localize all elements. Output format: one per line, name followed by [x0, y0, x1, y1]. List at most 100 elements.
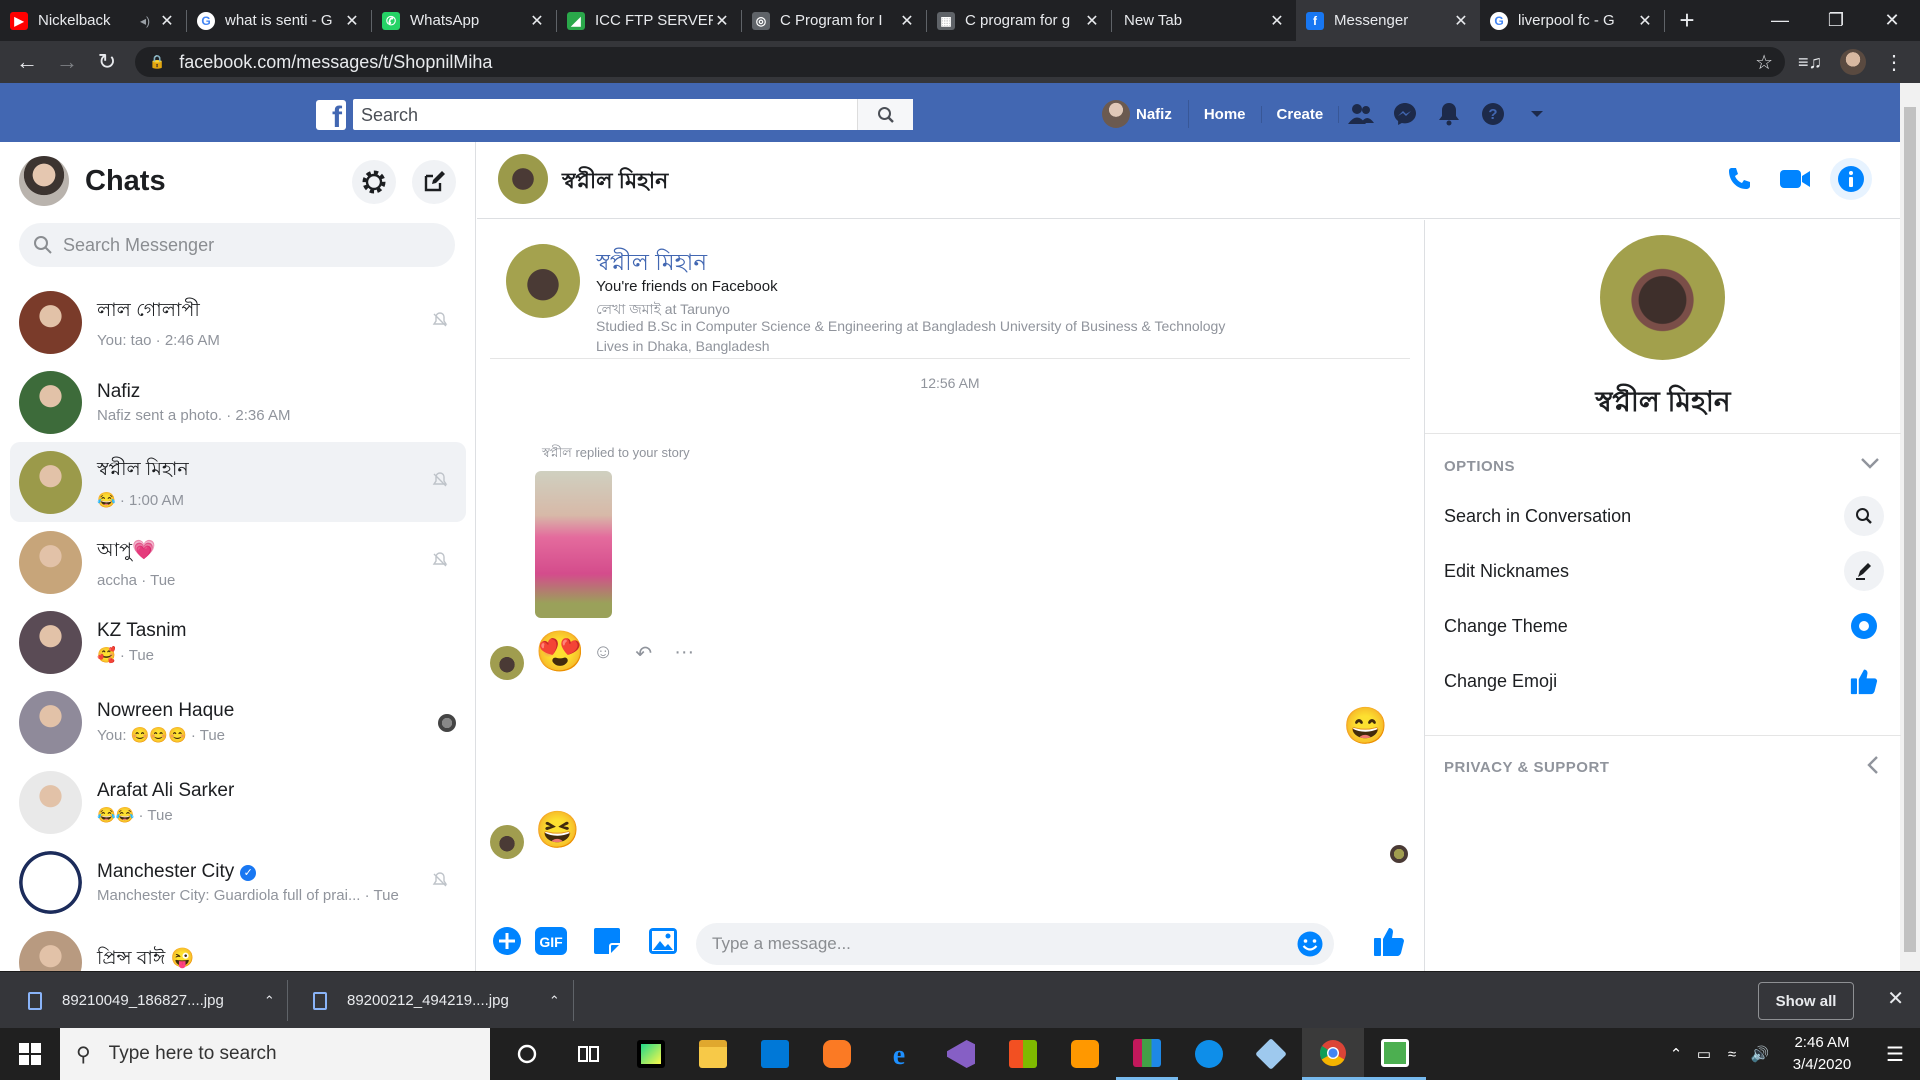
notifications-bell-icon[interactable]: [1427, 102, 1471, 126]
browser-tab[interactable]: Gwhat is senti - G ✕: [187, 0, 371, 41]
download-item[interactable]: 89200212_494219....jpg ⌃: [313, 972, 560, 1029]
pycharm-icon[interactable]: [620, 1028, 682, 1080]
conversation-info-button[interactable]: [1830, 158, 1872, 200]
winrar-icon[interactable]: [1116, 1028, 1178, 1080]
tab-close-icon[interactable]: ✕: [158, 11, 176, 31]
close-window-icon[interactable]: ✕: [1864, 0, 1920, 41]
new-message-button[interactable]: [412, 160, 456, 204]
conversation-title[interactable]: স্বপ্নীল মিহান: [562, 164, 668, 201]
avatar[interactable]: [506, 244, 580, 318]
new-tab-icon[interactable]: +: [1665, 0, 1709, 41]
system-clock[interactable]: 2:46 AM 3/4/2020: [1774, 1032, 1870, 1076]
task-view-icon[interactable]: [558, 1028, 620, 1080]
more-actions-button[interactable]: [490, 924, 524, 958]
browser-tab[interactable]: f Messenger ✕: [1296, 0, 1480, 41]
browser-tab[interactable]: Gliverpool fc - G ✕: [1480, 0, 1664, 41]
chat-list-item[interactable]: আপু💗 accha · Tue: [10, 522, 466, 602]
bookmark-star-icon[interactable]: ☆: [1755, 50, 1773, 75]
tab-audio-icon[interactable]: ◂): [140, 14, 150, 28]
account-dropdown-icon[interactable]: [1515, 109, 1559, 119]
chat-list-item[interactable]: KZ Tasnim 🥰 · Tue: [10, 602, 466, 682]
back-icon[interactable]: ←: [7, 41, 47, 83]
tab-close-icon[interactable]: ✕: [1083, 11, 1101, 31]
like-send-button[interactable]: [1372, 924, 1406, 958]
tab-close-icon[interactable]: ✕: [1268, 11, 1286, 31]
chat-list-item[interactable]: লাল গোলাপী You: tao · 2:46 AM: [10, 282, 466, 362]
chrome-icon[interactable]: [1302, 1028, 1364, 1080]
reply-icon[interactable]: ↶: [635, 641, 652, 666]
browser-tab[interactable]: ▶ Nickelback ◂) ✕: [0, 0, 186, 41]
search-in-conversation-row[interactable]: Search in Conversation: [1444, 494, 1884, 538]
messenger-search-input[interactable]: Search Messenger: [19, 223, 455, 267]
notification-center-icon[interactable]: ☰: [1870, 1042, 1920, 1067]
profile-avatar[interactable]: [1840, 49, 1866, 75]
facebook-logo-icon[interactable]: f: [316, 100, 346, 130]
avatar[interactable]: [19, 156, 69, 206]
browser-tab[interactable]: ▦ C program for g ✕: [927, 0, 1111, 41]
start-button[interactable]: [0, 1028, 60, 1080]
profile-link[interactable]: Nafiz: [1102, 100, 1189, 128]
media-control-icon[interactable]: ≡♫: [1798, 52, 1822, 73]
photos-icon[interactable]: [1364, 1028, 1426, 1080]
browser-tab[interactable]: ✆ WhatsApp ✕: [372, 0, 556, 41]
settings-button[interactable]: [352, 160, 396, 204]
battery-icon[interactable]: ▭: [1690, 1045, 1718, 1063]
emoji-message[interactable]: 😍: [535, 632, 585, 672]
avatar[interactable]: [498, 154, 548, 204]
react-smiley-icon[interactable]: ☺: [593, 641, 613, 666]
tab-close-icon[interactable]: ✕: [528, 11, 546, 31]
home-link[interactable]: Home: [1189, 105, 1262, 123]
more-options-icon[interactable]: ···: [674, 641, 694, 666]
restore-icon[interactable]: ❐: [1808, 0, 1864, 41]
facebook-search-input[interactable]: Search: [353, 99, 913, 130]
gif-button[interactable]: GIF: [534, 924, 568, 958]
details-name[interactable]: স্বপ্নীল মিহান: [1425, 380, 1901, 427]
url-field[interactable]: 🔒 facebook.com/messages/t/ShopnilMiha ☆: [135, 47, 1785, 77]
volume-icon[interactable]: 🔊: [1746, 1045, 1774, 1063]
close-icon[interactable]: ✕: [1887, 986, 1904, 1011]
search-icon[interactable]: [857, 99, 913, 130]
wifi-icon[interactable]: ≈: [1718, 1046, 1746, 1063]
store-icon[interactable]: [992, 1028, 1054, 1080]
voice-call-button[interactable]: [1718, 158, 1760, 200]
cortana-icon[interactable]: [496, 1028, 558, 1080]
video-call-button[interactable]: [1774, 158, 1816, 200]
menu-kebab-icon[interactable]: ⋮: [1884, 50, 1904, 75]
taskbar-search-input[interactable]: ⚲ Type here to search: [60, 1028, 490, 1080]
chevron-up-icon[interactable]: ⌃: [264, 993, 275, 1009]
change-theme-row[interactable]: Change Theme: [1444, 604, 1884, 648]
avatar[interactable]: [1600, 235, 1725, 360]
create-link[interactable]: Create: [1262, 105, 1340, 123]
browser-tab[interactable]: New Tab ✕: [1112, 0, 1296, 41]
emoji-message-sent[interactable]: 😄: [1343, 708, 1388, 744]
tab-close-icon[interactable]: ✕: [713, 11, 731, 31]
tab-close-icon[interactable]: ✕: [1452, 11, 1470, 31]
teamviewer-icon[interactable]: [1178, 1028, 1240, 1080]
chat-list-item[interactable]: স্বপ্নীল মিহান 😂 · 1:00 AM: [10, 442, 466, 522]
show-all-downloads-button[interactable]: Show all: [1758, 982, 1854, 1020]
chat-list-item[interactable]: প্রিন্স বাঈ 😜: [10, 922, 466, 971]
chevron-left-icon[interactable]: [1866, 755, 1880, 780]
tab-close-icon[interactable]: ✕: [343, 11, 361, 31]
privacy-support-section-header[interactable]: PRIVACY & SUPPORT: [1444, 759, 1609, 776]
edit-nicknames-row[interactable]: Edit Nicknames: [1444, 549, 1884, 593]
file-explorer-icon[interactable]: [682, 1028, 744, 1080]
tab-close-icon[interactable]: ✕: [1636, 11, 1654, 31]
sublime-text-icon[interactable]: [1054, 1028, 1116, 1080]
tab-close-icon[interactable]: ✕: [898, 11, 916, 31]
browser-tab[interactable]: ◎ C Program for I ✕: [742, 0, 926, 41]
forward-icon[interactable]: →: [47, 41, 87, 83]
virtualbox-icon[interactable]: [1240, 1028, 1302, 1080]
xampp-icon[interactable]: [806, 1028, 868, 1080]
emoji-picker-icon[interactable]: [1296, 930, 1324, 963]
emoji-message[interactable]: 😆: [535, 812, 580, 848]
chat-list-item[interactable]: Manchester City ✓ Manchester City: Guardio…: [10, 842, 466, 922]
options-section-header[interactable]: OPTIONS: [1444, 458, 1515, 475]
friend-requests-icon[interactable]: [1339, 103, 1383, 125]
chevron-down-icon[interactable]: [1860, 454, 1880, 475]
help-icon[interactable]: ?: [1471, 102, 1515, 126]
photo-button[interactable]: [646, 924, 680, 958]
edge-icon[interactable]: e: [868, 1028, 930, 1080]
sticker-button[interactable]: [590, 924, 624, 958]
chat-list-item[interactable]: Nafiz Nafiz sent a photo. · 2:36 AM: [10, 362, 466, 442]
